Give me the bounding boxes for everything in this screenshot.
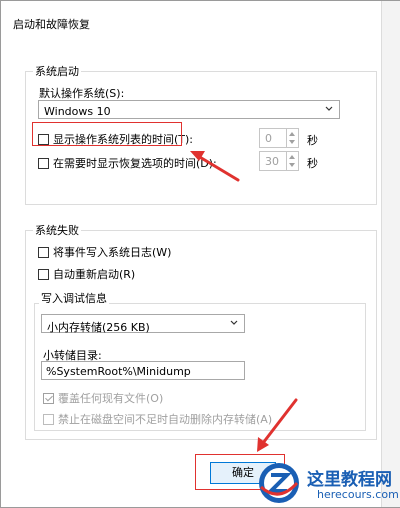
title-bar: 启动和故障恢复 bbox=[1, 1, 399, 41]
show-recovery-seconds-value: 30 bbox=[265, 155, 279, 168]
chevron-down-icon bbox=[230, 320, 238, 325]
spin-down-icon[interactable] bbox=[289, 140, 295, 144]
dump-type-value: 小内存转储(256 KB) bbox=[47, 321, 150, 334]
system-startup-label: 系统启动 bbox=[33, 63, 81, 79]
dump-dir-value: %SystemRoot%\Minidump bbox=[46, 365, 191, 378]
dialog-title: 启动和故障恢复 bbox=[13, 18, 90, 31]
overwrite-checkbox[interactable] bbox=[43, 392, 54, 404]
dump-type-select[interactable]: 小内存转储(256 KB) bbox=[41, 314, 245, 334]
write-event-checkbox-row[interactable]: 将事件写入系统日志(W) bbox=[38, 244, 171, 260]
default-os-value: Windows 10 bbox=[44, 105, 111, 118]
dump-dir-input[interactable]: %SystemRoot%\Minidump bbox=[41, 361, 245, 380]
auto-restart-checkbox[interactable] bbox=[38, 268, 49, 280]
debug-info-label: 写入调试信息 bbox=[39, 290, 109, 306]
spinner-arrows[interactable] bbox=[286, 129, 298, 147]
system-failure-label: 系统失败 bbox=[33, 222, 81, 238]
write-event-checkbox[interactable] bbox=[38, 246, 49, 258]
default-os-select[interactable]: Windows 10 bbox=[38, 100, 340, 119]
chevron-down-icon bbox=[325, 106, 333, 111]
spin-up-icon[interactable] bbox=[289, 132, 295, 136]
show-recovery-checkbox-row[interactable]: 在需要时显示恢复选项的时间(D): bbox=[38, 155, 217, 171]
overwrite-label: 覆盖任何现有文件(O) bbox=[58, 392, 164, 405]
show-recovery-unit: 秒 bbox=[307, 157, 318, 170]
spin-down-icon[interactable] bbox=[289, 163, 295, 167]
watermark-url: herecours.com bbox=[317, 488, 399, 501]
show-os-list-seconds-spinner[interactable]: 0 bbox=[259, 128, 299, 148]
show-recovery-label: 在需要时显示恢复选项的时间(D): bbox=[53, 157, 217, 170]
background-window-edge bbox=[381, 1, 400, 507]
overwrite-checkbox-row[interactable]: 覆盖任何现有文件(O) bbox=[43, 390, 163, 406]
watermark-brand: 这里教程网 bbox=[307, 470, 392, 490]
spin-up-icon[interactable] bbox=[289, 155, 295, 159]
watermark-logo-icon bbox=[259, 463, 299, 503]
show-recovery-checkbox[interactable] bbox=[38, 157, 49, 169]
disable-autodelete-label: 禁止在磁盘空间不足时自动删除内存转储(A) bbox=[58, 413, 273, 426]
site-watermark: 这里教程网 herecours.com bbox=[255, 459, 399, 506]
auto-restart-label: 自动重新启动(R) bbox=[53, 268, 136, 281]
disable-autodelete-checkbox-row[interactable]: 禁止在磁盘空间不足时自动删除内存转储(A) bbox=[43, 411, 272, 427]
startup-recovery-dialog: 启动和故障恢复 系统启动 默认操作系统(S): Windows 10 显示操作系… bbox=[0, 0, 400, 508]
spinner-arrows[interactable] bbox=[286, 152, 298, 170]
default-os-label: 默认操作系统(S): bbox=[39, 87, 125, 100]
show-recovery-seconds-spinner[interactable]: 30 bbox=[259, 151, 299, 171]
annotation-highlight-checkbox bbox=[32, 122, 182, 146]
auto-restart-checkbox-row[interactable]: 自动重新启动(R) bbox=[38, 266, 135, 282]
show-os-list-seconds-value: 0 bbox=[265, 132, 272, 145]
show-os-list-unit: 秒 bbox=[307, 134, 318, 147]
disable-autodelete-checkbox[interactable] bbox=[43, 413, 54, 425]
write-event-label: 将事件写入系统日志(W) bbox=[53, 246, 172, 259]
